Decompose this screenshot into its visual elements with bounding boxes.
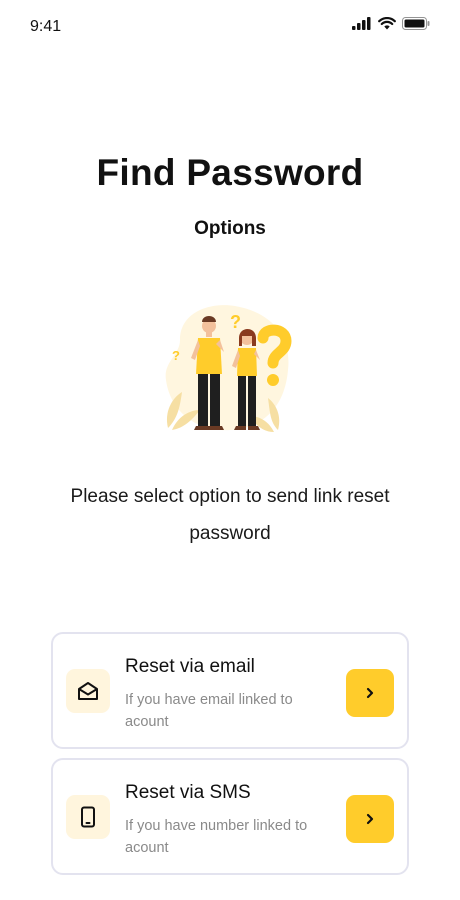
status-bar: 9:41 xyxy=(0,0,460,50)
option-title: Reset via email xyxy=(125,656,255,677)
phone-icon xyxy=(66,795,110,839)
reset-via-email-option[interactable]: Reset via email If you have email linked… xyxy=(51,632,409,749)
status-time: 9:41 xyxy=(30,18,62,35)
two-people-question-illustration: ? ? xyxy=(165,305,292,432)
option-description: If you have email linked to acount xyxy=(125,692,293,730)
wifi-icon xyxy=(378,17,396,30)
reset-via-sms-option[interactable]: Reset via SMS If you have number linked … xyxy=(51,758,409,875)
page-title: Find Password xyxy=(96,152,364,193)
signal-icon xyxy=(352,17,371,30)
envelope-icon xyxy=(66,669,110,713)
email-next-button[interactable] xyxy=(346,669,394,717)
chevron-right-icon xyxy=(366,813,374,825)
svg-text:?: ? xyxy=(230,312,241,332)
option-title: Reset via SMS xyxy=(125,782,251,803)
status-icons xyxy=(352,17,430,30)
chevron-right-icon xyxy=(366,687,374,699)
svg-text:?: ? xyxy=(172,348,180,363)
sms-next-button[interactable] xyxy=(346,795,394,843)
instruction-text: Please select option to send link reset … xyxy=(70,486,390,544)
page-subtitle: Options xyxy=(194,218,266,239)
battery-icon xyxy=(402,17,430,30)
option-description: If you have number linked to acount xyxy=(125,818,308,856)
